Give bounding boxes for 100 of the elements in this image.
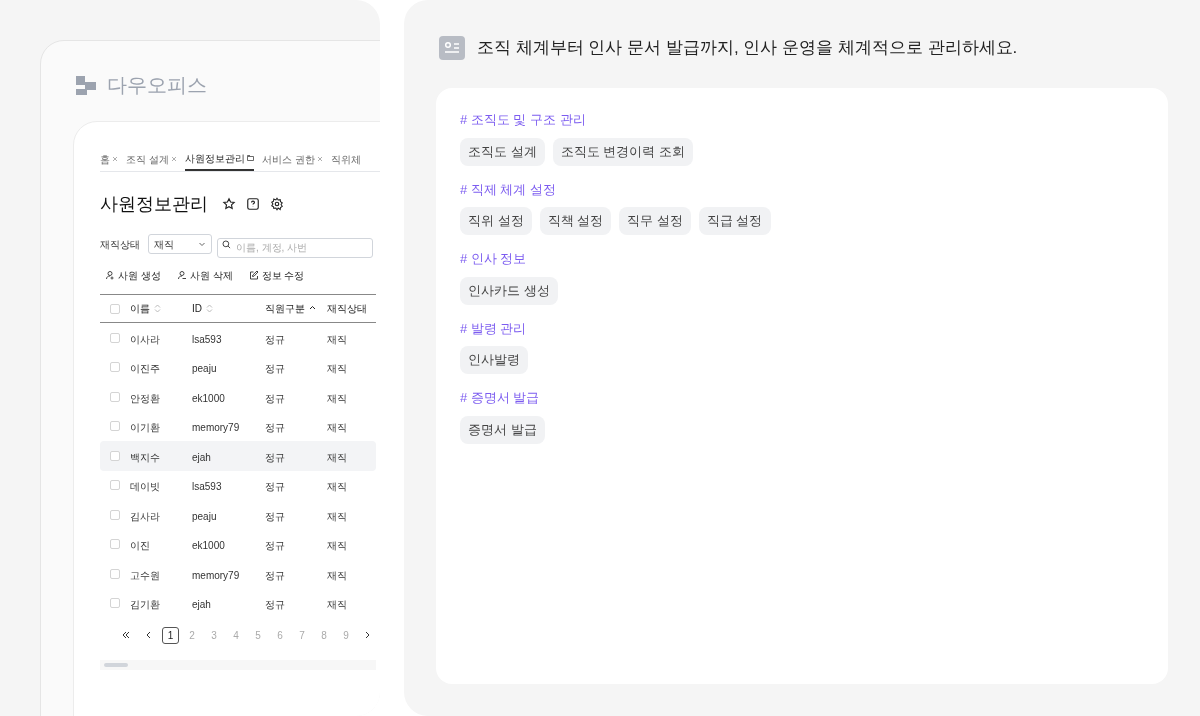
row-checkbox[interactable] [110,421,120,432]
horizontal-scrollbar[interactable] [100,660,376,670]
id-card-icon [439,36,465,60]
column-header[interactable]: 직원구분 [265,301,305,316]
table-cell: 정규 [265,569,285,581]
table-cell: ejah [192,599,211,611]
select-all-checkbox[interactable] [110,303,120,314]
table-row[interactable]: 이기환 memory79 정규 재직 [100,411,376,441]
table-cell: 정규 [265,481,285,493]
table-cell: 정규 [265,510,285,522]
table-cell: 정규 [265,599,285,611]
feature-chip[interactable]: 증명서 발급 [460,415,545,444]
section-tag: # 증명서 발급 [460,388,1168,408]
table-cell: memory79 [192,422,240,434]
page-button[interactable]: 1 [162,626,179,644]
table-cell: 이기환 [130,422,160,434]
section-tag: # 인사 정보 [460,249,1168,269]
table-cell: ejah [192,451,211,463]
feature-chip[interactable]: 직책 설정 [539,207,612,235]
table-cell: peaju [192,510,217,522]
tab[interactable]: 직위체 [330,148,361,171]
table-cell: 안정환 [130,392,160,404]
row-checkbox[interactable] [110,391,120,402]
table-cell: 데이빗 [130,481,160,493]
table-cell: lsa593 [192,333,222,345]
table-row[interactable]: 김기환 ejah 정규 재직 [100,588,376,618]
table-cell: 재직 [327,422,347,434]
table-row[interactable]: 안정환 ek1000 정규 재직 [100,382,376,412]
table-cell: 이사라 [130,333,160,345]
row-checkbox[interactable] [110,362,120,373]
page-title: 사원정보관리 [100,192,208,216]
feature-chip[interactable]: 조직도 변경이력 조회 [552,137,693,166]
person-minus-icon [176,270,187,280]
column-header[interactable]: 재직상태 [327,301,367,316]
section-tag: # 직제 체계 설정 [460,179,1168,199]
row-checkbox[interactable] [110,480,120,491]
feature-chip[interactable]: 직무 설정 [619,207,691,235]
feature-chip[interactable]: 조직도 설계 [460,137,545,166]
chevron-down-icon [198,240,206,248]
table-cell: 재직 [327,333,347,345]
table-cell: lsa593 [192,481,222,493]
tab[interactable]: 서비스 권한 [261,148,323,171]
table-cell: 재직 [327,540,347,552]
table-cell: 재직 [327,451,347,463]
folder-icon[interactable] [246,155,254,161]
close-icon[interactable] [170,156,177,162]
table-cell: 이진 [130,540,150,552]
table-row[interactable]: 백지수 ejah 정규 재직 [100,441,376,471]
table-cell: 정규 [265,392,285,404]
search-field[interactable]: 이름, 계정, 사번 [217,237,373,258]
table-cell: 김사라 [130,510,160,522]
action-button[interactable]: 사원 생성 [105,268,161,282]
table-cell: 재직 [327,481,347,493]
section-tag: # 발령 관리 [460,318,1168,338]
table-cell: 정규 [265,451,285,463]
table-row[interactable]: 고수원 memory79 정규 재직 [100,559,376,589]
feature-chip[interactable]: 직위 설정 [460,207,532,235]
table-cell: ek1000 [192,540,225,552]
table-row[interactable]: 이진 ek1000 정규 재직 [100,529,376,559]
star-icon[interactable] [222,197,236,211]
action-button[interactable]: 사원 삭제 [176,268,233,282]
headline: 조직 체계부터 인사 문서 발급까지, 인사 운영을 체계적으로 관리하세요. [477,37,1018,60]
sort-icon[interactable] [309,304,316,310]
row-checkbox[interactable] [110,450,120,461]
action-button[interactable]: 정보 수정 [248,268,305,282]
row-checkbox[interactable] [110,568,120,579]
edit-icon [248,270,259,280]
row-checkbox[interactable] [110,539,120,550]
tab[interactable]: 조직 설계 [126,148,177,171]
table-row[interactable]: 김사라 peaju 정규 재직 [100,500,376,530]
row-checkbox[interactable] [110,332,120,343]
table-cell: peaju [192,363,217,375]
table-row[interactable]: 데이빗 lsa593 정규 재직 [100,470,376,500]
table-cell: 재직 [327,363,347,375]
tab[interactable]: 사원정보관리 [184,148,254,171]
tab[interactable]: 홈 [100,148,118,171]
table-row[interactable]: 이사라 lsa593 정규 재직 [100,323,376,353]
feature-chip[interactable]: 직급 설정 [698,207,771,235]
column-header[interactable]: 이름 [130,301,150,316]
status-dropdown[interactable]: 재직 [148,234,212,254]
row-checkbox[interactable] [110,598,120,609]
settings-icon[interactable] [270,197,284,211]
scrollbar-thumb[interactable] [104,663,128,667]
table-cell: 정규 [265,333,285,345]
section-tag: # 조직도 및 구조 관리 [460,110,1168,130]
table-cell: 고수원 [130,569,160,581]
table-cell: 정규 [265,422,285,434]
person-plus-icon [105,270,115,280]
feature-chip[interactable]: 인사카드 생성 [460,276,558,305]
help-icon[interactable] [246,197,260,211]
table-cell: 재직 [327,510,347,522]
column-header[interactable]: ID [192,301,202,316]
table-cell: 백지수 [130,451,160,463]
close-icon[interactable] [112,156,118,162]
table-row[interactable]: 이진주 peaju 정규 재직 [100,352,376,382]
table-cell: memory79 [192,569,240,581]
close-icon[interactable] [316,156,323,162]
feature-chip[interactable]: 인사발령 [460,346,528,374]
table-cell: ek1000 [192,392,225,404]
row-checkbox[interactable] [110,509,120,520]
